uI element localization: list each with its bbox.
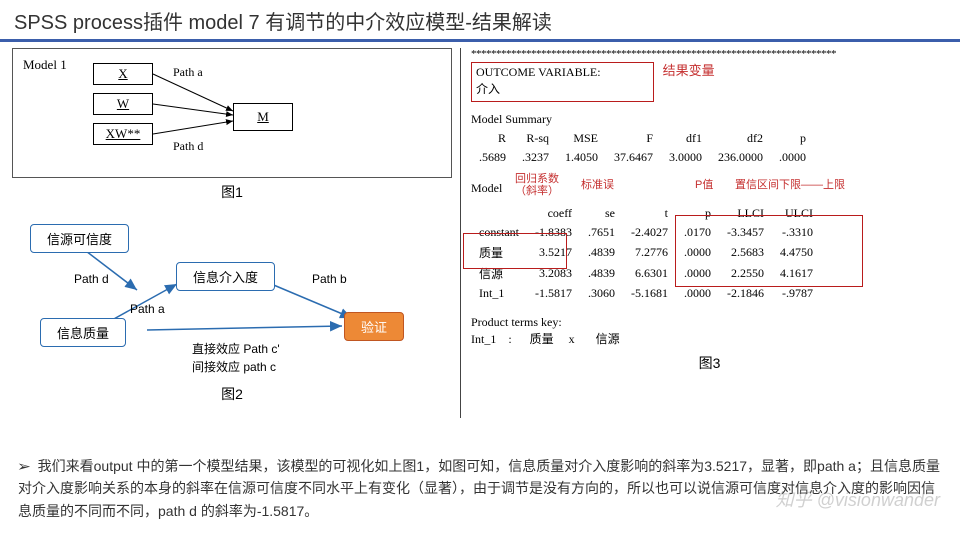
body-text: ➢ 我们来看output 中的第一个模型结果，该模型的可视化如上图1，如图可知，… [18, 455, 942, 522]
model-label: Model [471, 181, 502, 196]
ann-ci: 置信区间下限——上限 [735, 179, 845, 191]
fig2-path-a-label: Path a [130, 302, 165, 316]
ptk-label: Product terms key: [471, 315, 948, 330]
model-summary-label: Model Summary [471, 112, 948, 127]
outcome-variable-label: OUTCOME VARIABLE: [476, 65, 601, 80]
fig2-path-b-label: Path b [312, 272, 347, 286]
asterisk-divider: ****************************************… [471, 48, 948, 60]
bullet-icon: ➢ [17, 455, 31, 477]
fig2-direct-label: 直接效应 Path c' [192, 340, 280, 357]
model-summary-table: RR-sqMSEFdf1df2p .5689.32371.405037.6467… [471, 129, 814, 167]
fig2-node-quality: 信息质量 [40, 318, 126, 347]
ann-se: 标准误 [581, 179, 614, 191]
fig3-caption: 图3 [471, 353, 948, 373]
figure-2: 信源可信度 信息介入度 信息质量 验证 Path d Path a Path b… [12, 220, 452, 380]
table-row: 质量3.5217.48397.2776.00002.56834.4750 [471, 242, 821, 263]
table-row: coeffsetpLLCIULCI [471, 204, 821, 223]
model-table: coeffsetpLLCIULCI constant-1.8383.7651-2… [471, 204, 821, 303]
outcome-variable-box: OUTCOME VARIABLE: 介入 [471, 62, 654, 102]
page-title: SPSS process插件 model 7 有调节的中介效应模型-结果解读 [0, 0, 960, 39]
outcome-variable-annotation: 结果变量 [663, 60, 715, 79]
fig2-node-intervention: 信息介入度 [176, 262, 275, 291]
content-area: Model 1 X W XW** M Path a Path d 图1 [0, 48, 960, 422]
table-row: .5689.32371.405037.64673.0000236.0000.00… [471, 148, 814, 167]
fig1-arrows [13, 49, 451, 177]
figure-1: Model 1 X W XW** M Path a Path d [12, 48, 452, 178]
left-column: Model 1 X W XW** M Path a Path d 图1 [12, 48, 452, 422]
fig2-node-credibility: 信源可信度 [30, 224, 129, 253]
model-summary-section: Model Summary RR-sqMSEFdf1df2p .5689.323… [471, 112, 948, 167]
ann-coef: 回归系数 （斜率） [515, 173, 559, 197]
outcome-variable-value: 介入 [476, 80, 601, 97]
table-row: 信源3.2083.48396.6301.00002.25504.1617 [471, 263, 821, 284]
fig1-caption: 图1 [12, 182, 452, 202]
fig2-caption: 图2 [12, 384, 452, 404]
product-terms-section: Product terms key: Int_1 : 质量 x 信源 [471, 315, 948, 347]
model-section: Model 回归系数 （斜率） 标准误 P值 置信区间下限——上限 coeffs… [471, 181, 948, 303]
body-paragraph: 我们来看output 中的第一个模型结果，该模型的可视化如上图1，如图可知，信息… [18, 458, 940, 519]
title-underline [0, 39, 960, 42]
table-row: constant-1.8383.7651-2.4027.0170-3.3457-… [471, 223, 821, 242]
table-row: Int_1-1.5817.3060-5.1681.0000-2.1846-.97… [471, 284, 821, 303]
fig2-node-verify: 验证 [344, 312, 404, 341]
fig2-path-d-label: Path d [74, 272, 109, 286]
ann-p: P值 [695, 179, 713, 191]
ptk-line: Int_1 : 质量 x 信源 [471, 330, 948, 347]
table-row: RR-sqMSEFdf1df2p [471, 129, 814, 148]
fig2-indirect-label: 间接效应 path c [192, 358, 276, 375]
right-column: ****************************************… [460, 48, 948, 418]
